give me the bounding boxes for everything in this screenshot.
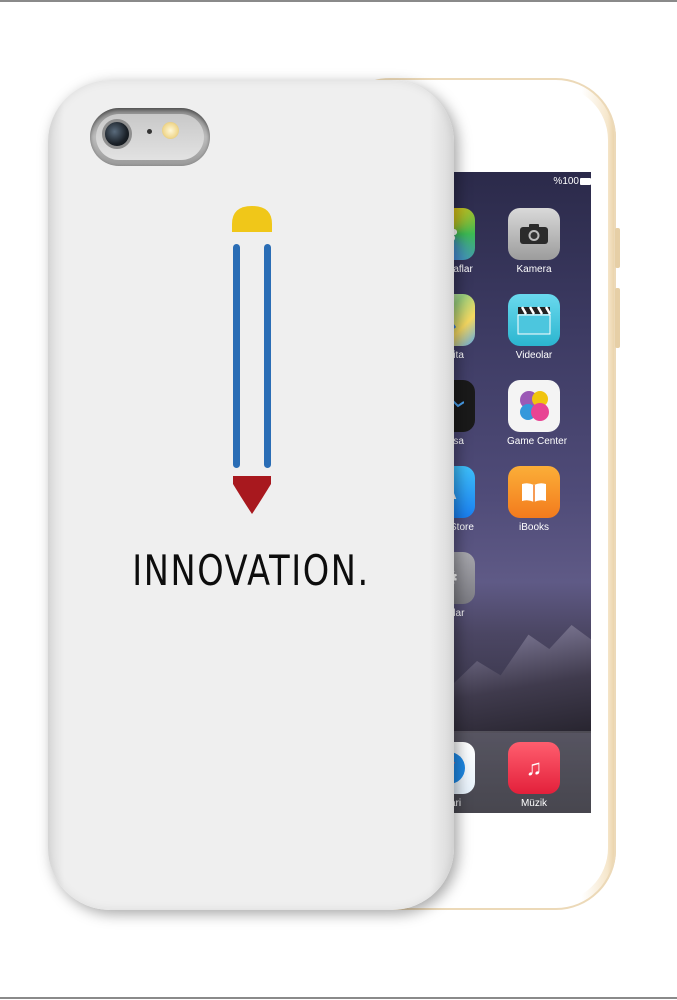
app-label: ari xyxy=(452,798,462,809)
microphone-dot xyxy=(147,129,152,134)
flash-icon xyxy=(162,122,179,139)
side-button xyxy=(615,288,620,348)
app-label: rsa xyxy=(452,436,464,447)
book-icon xyxy=(508,466,560,518)
app-label: Game Center xyxy=(507,436,568,447)
app-safari[interactable]: ari xyxy=(452,742,476,809)
phone-screen: %100 ✿ raflar Kamera rita Videolar rsa xyxy=(452,172,591,813)
app-label: rlar xyxy=(452,608,465,619)
pencil-body-left-stripe xyxy=(233,244,240,468)
stocks-icon xyxy=(452,380,475,432)
pencil-tip xyxy=(233,476,271,514)
camera-lens-icon xyxy=(102,119,132,149)
app-videos[interactable]: Videolar xyxy=(507,294,561,361)
app-music[interactable]: ♫ Müzik xyxy=(507,742,561,809)
app-camera[interactable]: Kamera xyxy=(507,208,561,275)
video-clapper-icon xyxy=(508,294,560,346)
app-label: Videolar xyxy=(515,350,553,361)
app-label: Kamera xyxy=(516,264,552,275)
settings-gear-icon: ⚙ xyxy=(452,552,475,604)
maps-icon xyxy=(452,294,475,346)
pencil-eraser xyxy=(232,206,272,232)
phone-case: INNOVATION. xyxy=(48,80,454,910)
music-note-icon: ♫ xyxy=(508,742,560,794)
pencil-graphic xyxy=(230,204,274,516)
app-game-center[interactable]: Game Center xyxy=(507,380,568,447)
app-settings[interactable]: ⚙ rlar xyxy=(452,552,476,619)
photos-icon: ✿ xyxy=(452,208,475,260)
app-maps[interactable]: rita xyxy=(452,294,476,361)
app-label: Store xyxy=(452,522,474,533)
side-button xyxy=(615,228,620,268)
app-store-icon: A xyxy=(452,466,475,518)
battery-status-text: %100 xyxy=(553,176,579,187)
camera-icon xyxy=(508,208,560,260)
case-slogan: INNOVATION. xyxy=(132,546,370,595)
pencil-body-right-stripe xyxy=(264,244,271,468)
image-top-border xyxy=(0,0,677,2)
app-label: Müzik xyxy=(520,798,548,809)
app-ibooks[interactable]: iBooks xyxy=(507,466,561,533)
camera-cutout xyxy=(90,108,210,166)
battery-icon xyxy=(580,178,591,185)
game-center-icon xyxy=(508,380,560,432)
app-app-store[interactable]: A Store xyxy=(452,466,476,533)
app-photos[interactable]: ✿ raflar xyxy=(452,208,476,275)
wallpaper-mountain xyxy=(452,625,591,733)
app-label: raflar xyxy=(452,264,473,275)
app-label: iBooks xyxy=(518,522,549,533)
app-stocks[interactable]: rsa xyxy=(452,380,476,447)
image-bottom-border xyxy=(0,997,677,999)
app-label: rita xyxy=(452,350,464,361)
compass-icon xyxy=(452,742,475,794)
